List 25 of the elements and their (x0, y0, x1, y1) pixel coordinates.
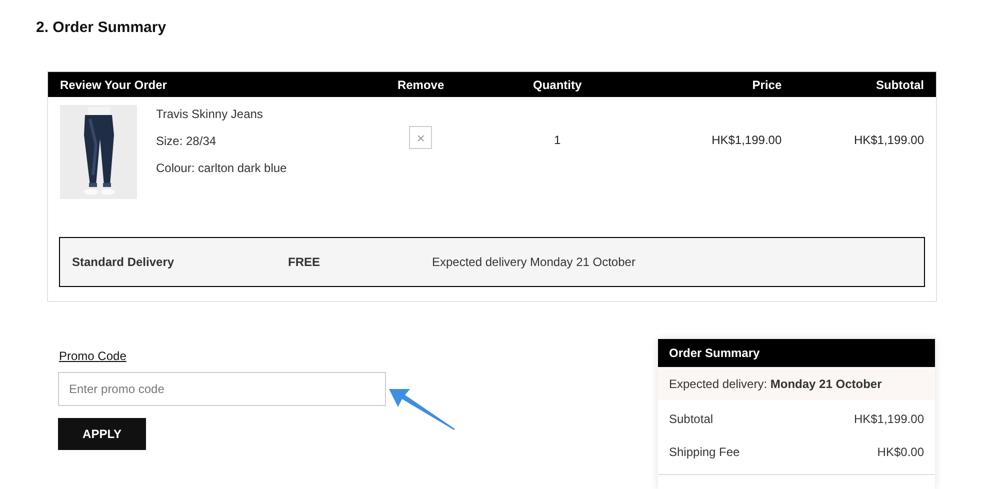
column-header: Price (752, 78, 782, 92)
column-header: Quantity (533, 78, 582, 92)
promo-code-field[interactable]: Enter promo code (58, 372, 386, 406)
summary-label: Subtotal (669, 411, 714, 425)
column-header: Review Your Order (60, 78, 167, 92)
summary-label: Shipping Fee (669, 444, 740, 458)
delivery-date: Expected delivery Monday 21 October (432, 254, 636, 271)
arrow-icon (388, 387, 456, 430)
column-header: Remove (397, 78, 444, 92)
product-name[interactable]: Travis Skinny Jeans (156, 105, 287, 123)
quantity-value: 1 (554, 133, 561, 147)
column-header: Subtotal (876, 78, 924, 92)
apply-button[interactable]: APPLY (58, 418, 146, 450)
product-colour: Colour: carlton dark blue (156, 160, 287, 177)
product-size: Size: 28/34 (156, 133, 218, 150)
price-value: HK$1,199.00 (712, 133, 782, 147)
delivery-cost: FREE (288, 254, 322, 271)
summary-value: HK$0.00 (877, 444, 924, 458)
section-heading: 2. Order Summary (36, 18, 166, 38)
expected-delivery: Expected delivery: Monday 21 October (669, 376, 882, 392)
promo-code-link[interactable]: Promo Code (59, 347, 126, 365)
summary-title: Order Summary (669, 345, 760, 362)
subtotal-value: HK$1,199.00 (854, 133, 924, 147)
summary-value: HK$1,199.00 (854, 411, 924, 425)
delivery-method: Standard Delivery (72, 254, 176, 271)
